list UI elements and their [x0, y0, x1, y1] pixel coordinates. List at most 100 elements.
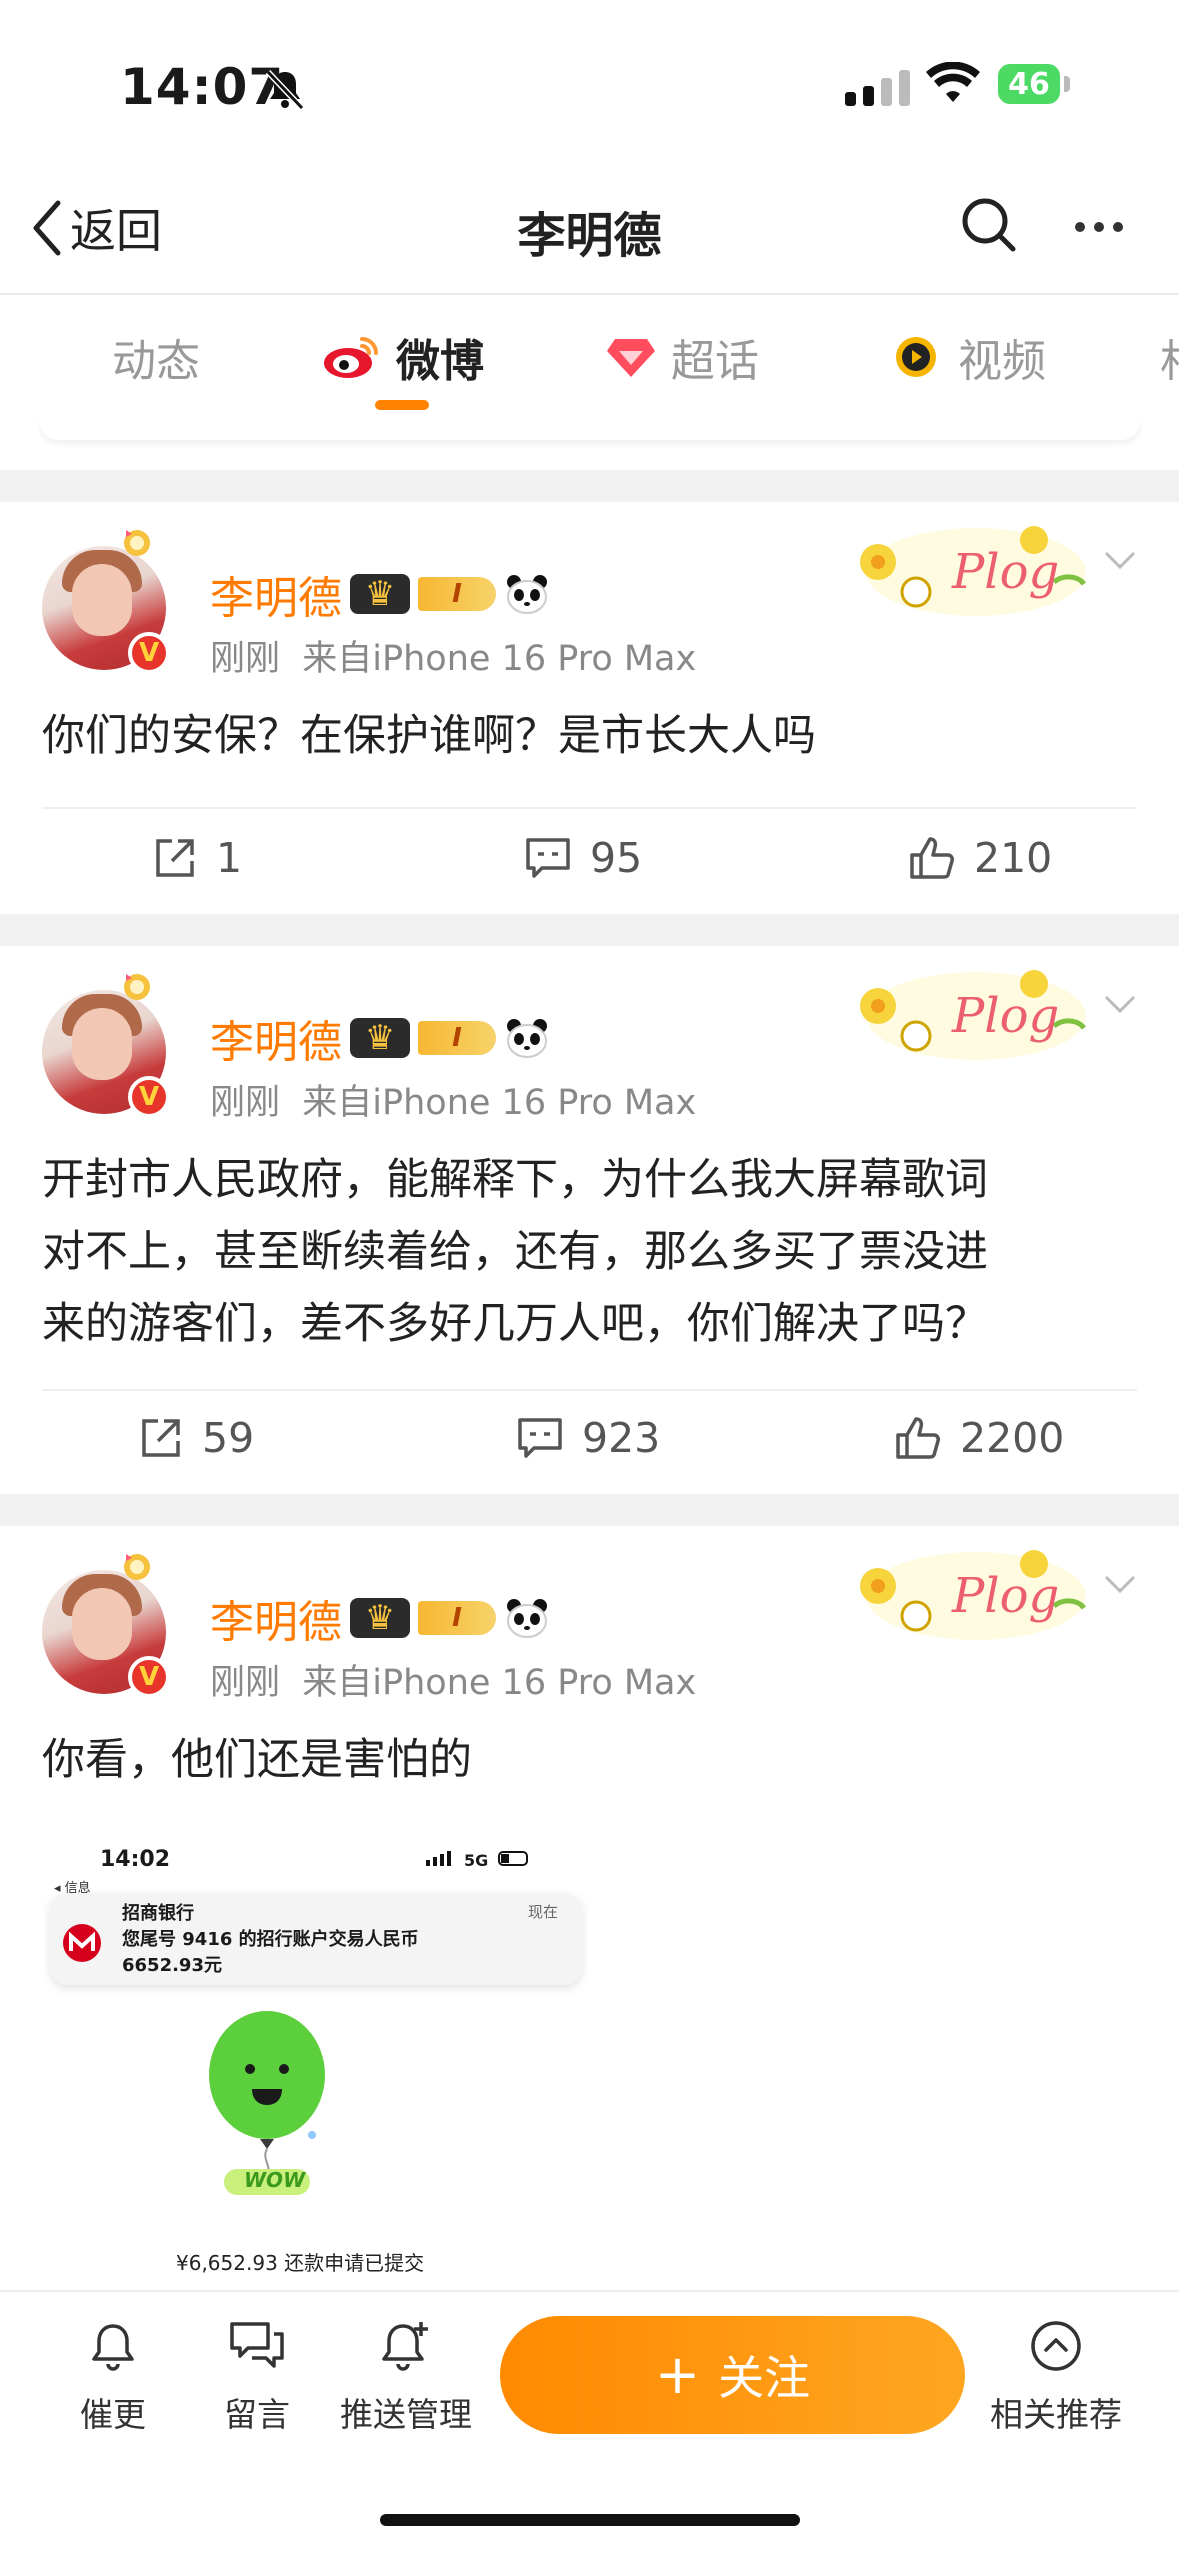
chevron-down-icon[interactable]	[1103, 994, 1137, 1014]
avatar-face	[72, 1008, 132, 1080]
avatar-decoration-icon	[124, 974, 150, 1000]
comment-button[interactable]: 923	[516, 1414, 660, 1462]
post-source: 来自iPhone 16 Pro Max	[302, 639, 697, 679]
message-button[interactable]: 留言	[224, 2318, 290, 2436]
post-meta: 刚刚 来自iPhone 16 Pro Max	[210, 1074, 696, 1125]
notif-line-1: 您尾号 9416 的招行账户交易人民币	[122, 1929, 419, 1950]
tab-label: 超话	[671, 336, 759, 387]
embedded-network: 5G	[464, 1851, 489, 1870]
chevron-up-circle-icon	[1031, 2321, 1081, 2371]
nav-divider	[0, 293, 1179, 295]
bank-logo-icon	[63, 1924, 101, 1962]
embedded-battery-icon	[498, 1851, 528, 1866]
crown-icon: ♛	[350, 574, 410, 614]
post-card: V 李明德 ♛ I 刚刚 来自iPhone 16 Pro Max Plog 开封…	[0, 946, 1179, 1494]
like-count: 210	[974, 834, 1053, 882]
panda-icon	[507, 575, 547, 614]
tab-supertopic[interactable]: 超话	[605, 325, 759, 389]
panda-icon	[507, 1019, 547, 1058]
tab-album[interactable]: 相	[1160, 325, 1179, 389]
chevron-down-icon[interactable]	[1103, 550, 1137, 570]
post-meta: 刚刚 来自iPhone 16 Pro Max	[210, 630, 696, 681]
avatar-decoration-icon	[124, 1554, 150, 1580]
search-icon[interactable]	[960, 196, 1018, 258]
embedded-signal-icon	[426, 1851, 451, 1866]
plus-icon: +	[654, 2343, 701, 2406]
author-row: 李明德 ♛ I	[210, 1006, 550, 1070]
crown-icon: ♛	[350, 1598, 410, 1638]
plog-sticker-text: Plog	[951, 988, 1059, 1044]
section-gap	[0, 1494, 1179, 1526]
author-name[interactable]: 李明德	[210, 1586, 342, 1650]
verified-badge-icon: V	[128, 1076, 170, 1118]
post-source: 来自iPhone 16 Pro Max	[302, 1663, 697, 1703]
remind-button[interactable]: 催更	[80, 2318, 146, 2436]
author-row: 李明德 ♛ I	[210, 1586, 550, 1650]
section-gap	[0, 914, 1179, 946]
follow-label: 关注	[718, 2351, 811, 2405]
status-time: 14:07	[120, 58, 285, 116]
post-text-line: 开封市人民政府，能解释下，为什么我大屏幕歌词	[42, 1155, 988, 1205]
like-button[interactable]: 210	[908, 834, 1052, 882]
like-button[interactable]: 2200	[894, 1414, 1064, 1462]
tab-bar-shadow	[40, 418, 1140, 440]
post-source: 来自iPhone 16 Pro Max	[302, 1083, 697, 1123]
avatar-face	[72, 1588, 132, 1660]
post-time: 刚刚	[210, 639, 281, 679]
notification-card: 招商银行 现在 您尾号 9416 的招行账户交易人民币 6652.93元	[50, 1893, 582, 1985]
panda-icon	[507, 1599, 547, 1638]
post-text-line: 对不上，甚至断续着给，还有，那么多买了票没进	[42, 1227, 988, 1277]
bell-icon	[92, 2324, 134, 2371]
post-image[interactable]: 14:02 ◂ 信息 5G 招商银行 现在 您尾号 9416 的招行账户交易人民…	[42, 1835, 587, 2285]
comment-icon	[518, 1418, 562, 1458]
notif-app-name: 招商银行	[122, 1903, 194, 1924]
repost-icon	[142, 1419, 180, 1457]
post-card: V 李明德 ♛ I 刚刚 来自iPhone 16 Pro Max Plog 你们…	[0, 502, 1179, 914]
repost-button[interactable]: 1	[152, 834, 242, 882]
avatar-decoration-icon	[124, 530, 150, 556]
more-options-icon[interactable]	[1075, 222, 1123, 232]
member-level-badge: I	[418, 1601, 496, 1635]
comment-count: 923	[582, 1414, 661, 1462]
repost-button[interactable]: 59	[138, 1414, 254, 1462]
battery-indicator: 46	[998, 64, 1060, 104]
chevron-down-icon[interactable]	[1103, 1574, 1137, 1594]
repost-count: 1	[216, 834, 243, 882]
author-name[interactable]: 李明德	[210, 1006, 342, 1070]
post-text: 你看，他们还是害怕的	[42, 1735, 472, 1785]
member-level-badge: I	[418, 577, 496, 611]
section-gap	[0, 470, 1179, 502]
author-name[interactable]: 李明德	[210, 562, 342, 626]
bell-plus-icon	[382, 2322, 428, 2371]
tab-activity[interactable]: 动态	[112, 325, 200, 389]
push-settings-button[interactable]: 推送管理	[340, 2318, 472, 2436]
tab-label: 相	[1160, 325, 1179, 389]
comment-count: 95	[590, 834, 643, 882]
plog-sticker: Plog	[848, 958, 1088, 1068]
embedded-caption: ¥6,652.93 还款申请已提交	[176, 2251, 425, 2275]
member-level-badge: I	[418, 1021, 496, 1055]
comment-button[interactable]: 95	[524, 834, 642, 882]
tab-label: 微博	[396, 336, 484, 387]
comment-icon	[526, 838, 570, 878]
home-indicator	[380, 2514, 800, 2526]
follow-button[interactable]: + 关注	[500, 2316, 965, 2434]
battery-tip	[1064, 76, 1070, 92]
post-time: 刚刚	[210, 1663, 281, 1703]
notif-line-2: 6652.93元	[122, 1955, 222, 1976]
repost-icon	[156, 839, 194, 877]
tab-weibo[interactable]: 微博	[322, 325, 484, 389]
plog-sticker: Plog	[848, 514, 1088, 624]
tab-video[interactable]: 视频	[888, 325, 1046, 389]
cellular-signal-icon	[845, 70, 910, 106]
message-label: 留言	[224, 2395, 290, 2434]
post-time: 刚刚	[210, 1083, 281, 1123]
verified-badge-icon: V	[128, 1656, 170, 1698]
post-divider	[42, 1389, 1137, 1391]
push-settings-label: 推送管理	[340, 2395, 472, 2434]
supertopic-diamond-icon	[607, 339, 655, 377]
post-meta: 刚刚 来自iPhone 16 Pro Max	[210, 1654, 696, 1705]
embedded-status-time: 14:02	[100, 1847, 171, 1872]
post-divider	[42, 807, 1137, 809]
related-recommend-button[interactable]: 相关推荐	[990, 2318, 1122, 2436]
